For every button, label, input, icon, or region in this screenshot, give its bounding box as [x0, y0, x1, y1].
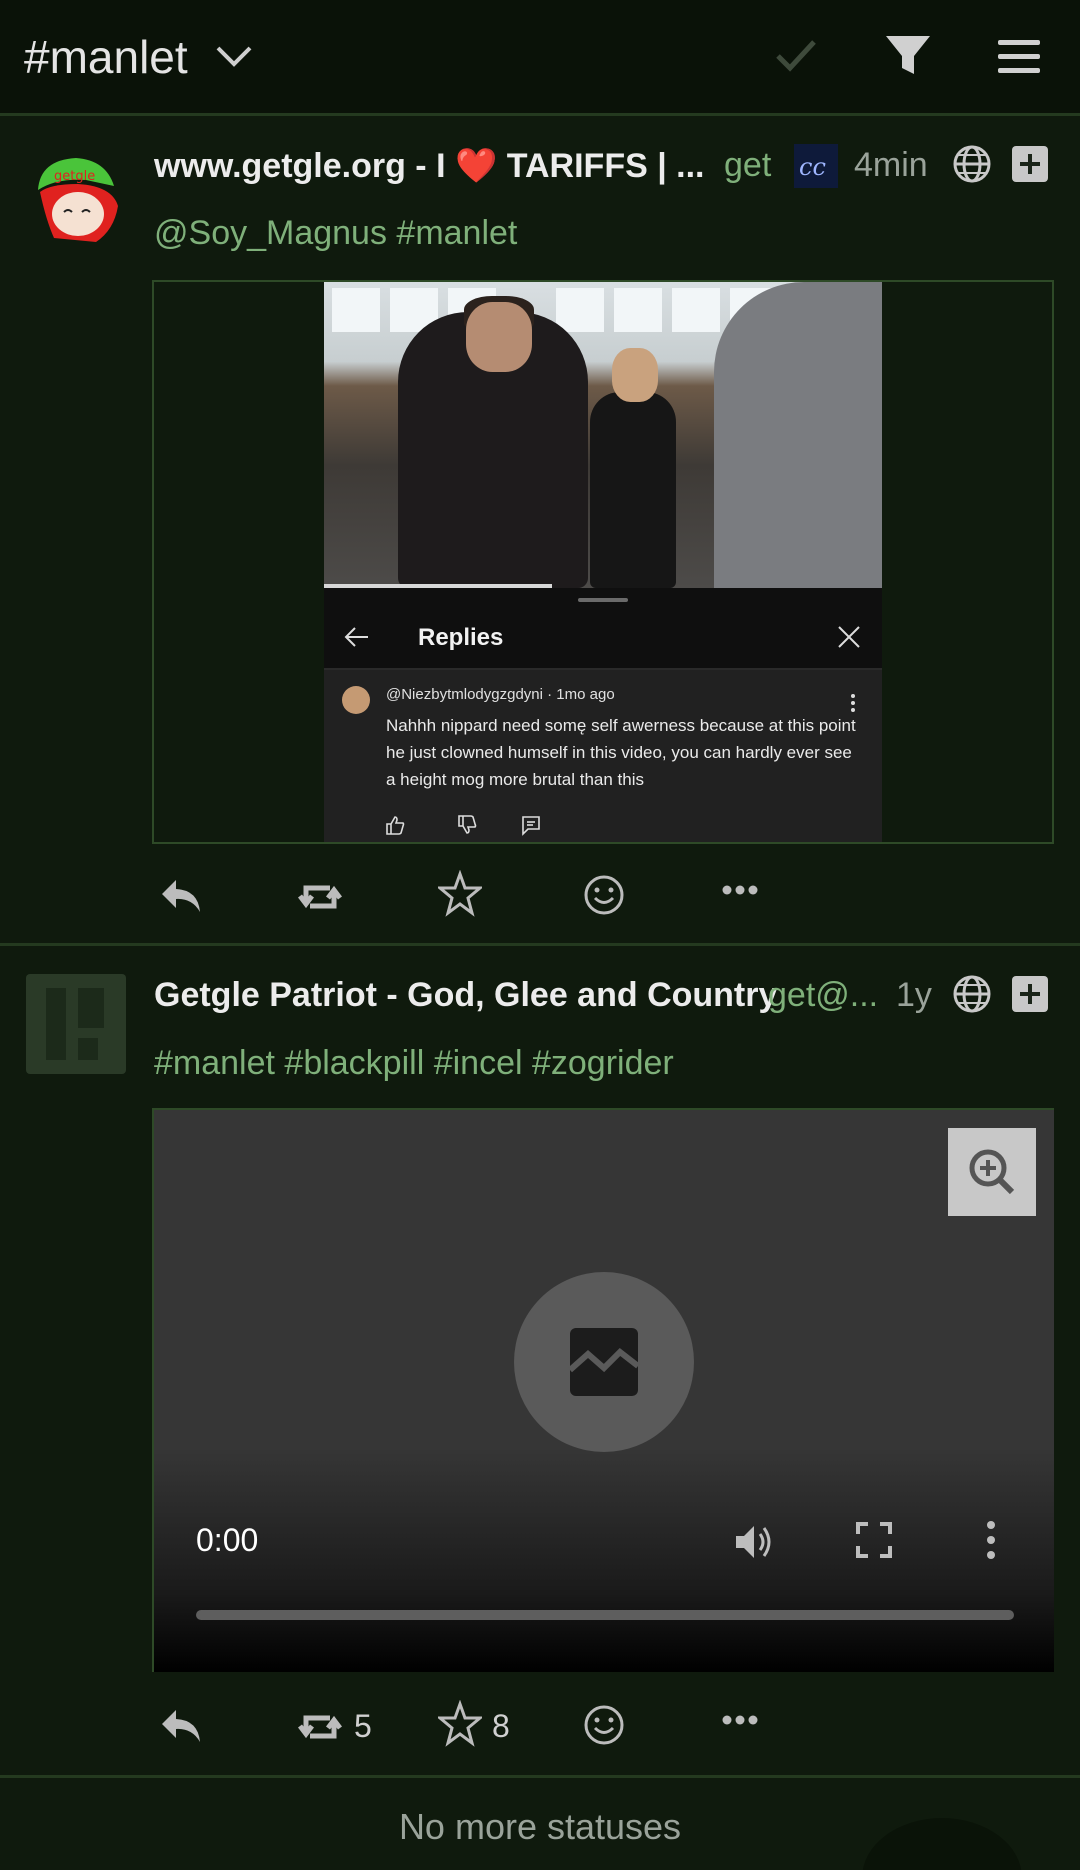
- more-vertical-icon[interactable]: [986, 1520, 996, 1560]
- chevron-down-icon[interactable]: [214, 42, 254, 72]
- replies-title: Replies: [418, 624, 504, 651]
- zoom-in-icon: [969, 1149, 1015, 1195]
- embedded-screenshot[interactable]: Replies @Niezbytmlodygzgdyni · 1mo ago N…: [324, 282, 882, 842]
- star-icon[interactable]: [438, 870, 482, 920]
- avatar[interactable]: getgle: [26, 150, 122, 246]
- broken-image-icon[interactable]: [514, 1272, 694, 1452]
- comment-icon: [522, 816, 540, 836]
- display-name[interactable]: Getgle Patriot - God, Glee and Country: [154, 976, 777, 1015]
- video-player[interactable]: 0:00: [154, 1110, 1054, 1672]
- thumbs-down-icon: [458, 815, 477, 834]
- display-name[interactable]: www.getgle.org - I ❤️ TARIFFS | ...: [154, 146, 705, 186]
- post-actions: 5 8: [0, 1692, 1080, 1762]
- video-time: 0:00: [196, 1522, 259, 1558]
- top-bar: #manlet: [0, 0, 1080, 116]
- badge-icon: cc: [794, 144, 838, 188]
- replies-sheet: Replies @Niezbytmlodygzgdyni · 1mo ago N…: [324, 588, 882, 842]
- svg-text:getgle: getgle: [54, 169, 95, 184]
- svg-text:cc: cc: [799, 153, 826, 181]
- video-progress-bar[interactable]: [196, 1610, 1014, 1620]
- account-handle[interactable]: get@...: [768, 976, 878, 1015]
- fullscreen-icon[interactable]: [856, 1522, 892, 1558]
- favourite-count: 8: [492, 1708, 510, 1744]
- more-horizontal-icon[interactable]: [722, 1714, 758, 1726]
- avatar[interactable]: [26, 974, 126, 1074]
- check-icon[interactable]: [772, 36, 820, 76]
- reply-comment: @Niezbytmlodygzgdyni · 1mo ago Nahhh nip…: [324, 670, 882, 842]
- comment-avatar: [342, 686, 370, 714]
- back-arrow-icon: [344, 627, 368, 647]
- post-content[interactable]: #manlet #blackpill #incel #zogrider: [154, 1044, 674, 1083]
- reply-icon[interactable]: [158, 1702, 204, 1752]
- boost-icon[interactable]: [296, 1702, 344, 1752]
- globe-icon: [953, 145, 991, 183]
- post-actions: [0, 862, 1080, 932]
- thumbs-up-icon: [386, 816, 405, 835]
- more-vertical-icon: [851, 694, 855, 712]
- comment-author: @Niezbytmlodygzgdyni · 1mo ago: [386, 686, 615, 703]
- gym-photo: [324, 282, 882, 588]
- star-icon[interactable]: [438, 1700, 482, 1750]
- boost-count: 5: [354, 1708, 372, 1744]
- zoom-button[interactable]: [948, 1128, 1036, 1216]
- emoji-react-icon[interactable]: [582, 1700, 626, 1750]
- timeline-title[interactable]: #manlet: [24, 30, 188, 84]
- globe-icon: [953, 975, 991, 1013]
- post-time[interactable]: 4min: [854, 146, 928, 185]
- more-horizontal-icon[interactable]: [722, 884, 758, 896]
- end-of-timeline: No more statuses: [398, 1806, 682, 1847]
- expand-icon[interactable]: [1012, 146, 1048, 182]
- expand-icon[interactable]: [1012, 976, 1048, 1012]
- volume-icon[interactable]: [732, 1520, 776, 1564]
- emoji-react-icon[interactable]: [582, 870, 626, 920]
- filter-icon[interactable]: [884, 34, 932, 78]
- post-time[interactable]: 1y: [896, 976, 932, 1015]
- account-handle[interactable]: get: [724, 146, 771, 185]
- reply-icon[interactable]: [158, 872, 204, 922]
- boost-icon[interactable]: [296, 872, 344, 922]
- close-icon: [838, 626, 860, 648]
- comment-text: Nahhh nippard need somę self awerness be…: [386, 716, 856, 789]
- menu-icon[interactable]: [998, 38, 1040, 74]
- post-content[interactable]: @Soy_Magnus #manlet: [154, 214, 517, 253]
